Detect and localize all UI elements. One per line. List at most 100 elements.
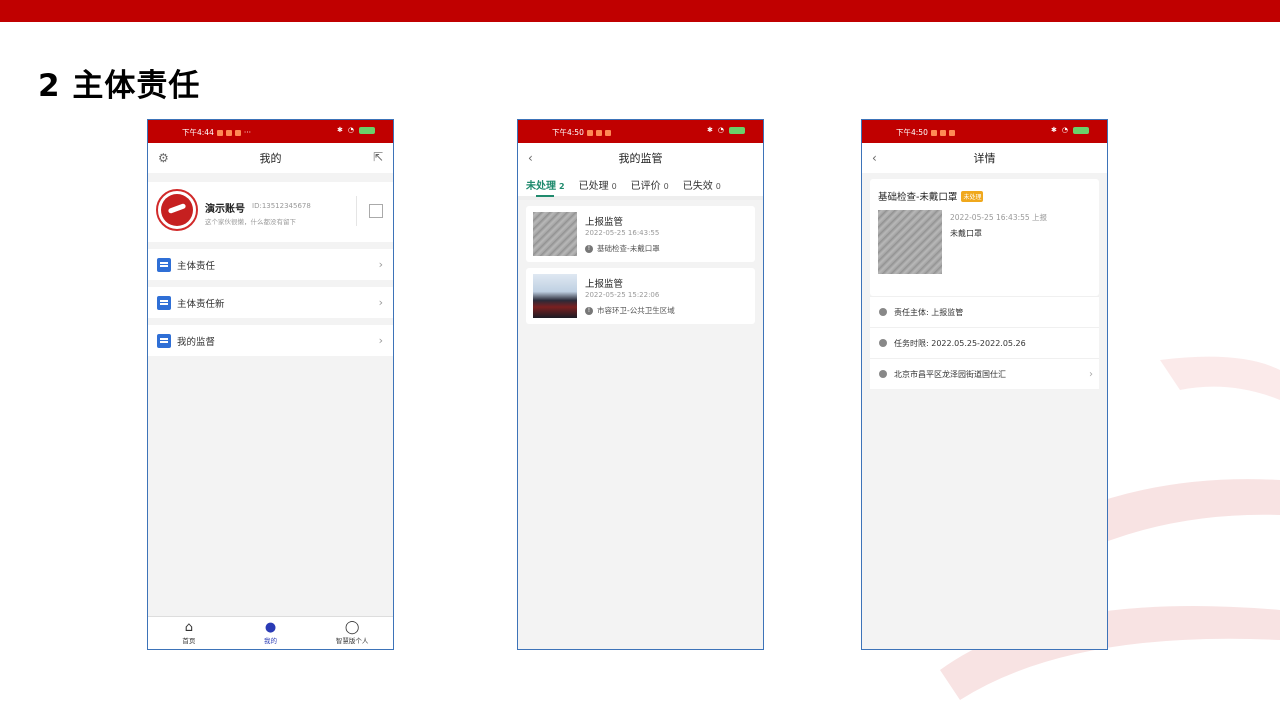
nav-bar: ⚙ 我的 ⇱ [148,143,393,173]
menu-item-my-supervision[interactable]: 我的监督 › [148,325,393,356]
status-time: 下午4:50 [896,128,928,137]
tab-pending[interactable]: 未处理 2 [526,177,565,197]
back-icon[interactable]: ‹ [872,151,877,165]
info-icon: ! [585,306,593,315]
wifi-icon: ◔ [347,126,354,134]
item-title: 上报监管 [585,217,624,228]
menu-item-label: 主体责任 [177,260,216,272]
share-icon[interactable]: ⇱ [373,150,383,164]
menu-item-label: 主体责任新 [177,298,225,310]
detail-title: 基础检查-未戴口罩 未处理 [878,189,984,203]
avatar-icon: ◯ [344,620,360,635]
page-title: 详情 [973,152,996,165]
tab-count: 2 [559,182,565,191]
chevron-right-icon: › [378,334,383,347]
chevron-right-icon: › [378,258,383,271]
tab-expired[interactable]: 已失效 0 [683,177,721,192]
detail-text: 未戴口罩 [950,229,982,238]
clock-icon [879,339,887,347]
status-badge: 未处理 [961,190,984,202]
phone-screen-my-supervision: 下午4:50 ✱ ◔ ‹ 我的监管 未处理 2 已处理 0 已评价 0 已失效 0 上报监… [517,119,764,650]
tab-evaluated[interactable]: 已评价 0 [631,177,669,192]
tab-label: 已失效 [682,181,713,192]
chevron-right-icon: › [1089,368,1093,380]
location-icon [879,370,887,378]
status-more: ··· [243,128,251,137]
home-icon: ⌂ [184,620,193,635]
tab-home[interactable]: ⌂ 首页 [148,617,230,649]
status-time: 下午4:50 [552,128,584,137]
avatar [156,189,198,231]
tab-label: 已处理 [578,181,609,192]
detail-card: 基础检查-未戴口罩 未处理 2022-05-25 16:43:55 上报 未戴口罩 [870,179,1099,296]
report-photo [533,212,577,256]
menu-item-label: 我的监督 [177,336,216,348]
phone-screen-detail: 下午4:50 ✱ ◔ ‹ 详情 基础检查-未戴口罩 未处理 2022-05-25 1… [861,119,1108,650]
row-label: 北京市昌平区龙泽园街道国仕汇 [894,369,1006,379]
page-title: 我的监管 [618,152,663,165]
tab-count: 0 [663,182,669,191]
detail-title-text: 基础检查-未戴口罩 [878,192,958,203]
detail-row-subject: 责任主体: 上报监管 [870,296,1099,327]
tab-count: 0 [715,182,721,191]
document-icon [157,257,171,272]
report-photo[interactable] [878,210,942,274]
qr-code-icon[interactable] [369,204,383,218]
chevron-right-icon: › [378,296,383,309]
shield-icon [157,333,171,348]
page-title: 我的 [259,152,282,165]
divider [356,196,357,226]
item-tag-label: 基础检查-未戴口罩 [597,244,660,253]
status-bar: 下午4:50 ✱ ◔ [518,120,763,143]
phone-screen-my: 下午4:44 ··· ✱ ◔ ⚙ 我的 ⇱ 演示账号 ID:13512345678 … [147,119,394,650]
row-label: 责任主体: 上报监管 [894,307,964,317]
home-icon [879,308,887,316]
nav-bar: ‹ 我的监管 [518,143,763,173]
menu-item-subject-responsibility[interactable]: 主体责任 › [148,249,393,280]
status-tabs: 未处理 2 已处理 0 已评价 0 已失效 0 [518,173,763,200]
detail-row-deadline: 任务时限: 2022.05.25-2022.05.26 [870,327,1099,358]
menu-item-subject-responsibility-new[interactable]: 主体责任新 › [148,287,393,318]
tab-processed[interactable]: 已处理 0 [579,177,617,192]
battery-icon [359,126,375,134]
tab-label: 已评价 [630,181,661,192]
bluetooth-icon: ✱ [707,126,713,134]
detail-time: 2022-05-25 16:43:55 上报 [950,213,1048,222]
profile-name: 演示账号 [205,204,245,215]
battery-icon [729,126,745,134]
report-photo [533,274,577,318]
profile-id: ID:13512345678 [252,202,311,210]
status-bar: 下午4:50 ✱ ◔ [862,120,1107,143]
tab-smart-personal[interactable]: ◯ 智慧版个人 [311,617,393,649]
slide-title: 2 主体责任 [38,68,201,104]
item-tag: ! 市容环卫-公共卫生区域 [585,305,675,316]
nav-bar: ‹ 详情 [862,143,1107,173]
status-time: 下午4:44 [182,128,214,137]
wifi-icon: ◔ [1061,126,1068,134]
document-icon [157,295,171,310]
wifi-icon: ◔ [717,126,724,134]
battery-icon [1073,126,1089,134]
profile-card[interactable]: 演示账号 ID:13512345678 这个家伙很懒，什么都没有留下 [148,182,393,242]
item-tag-label: 市容环卫-公共卫生区域 [597,306,675,315]
tab-label: 首页 [182,637,196,645]
item-time: 2022-05-25 15:22:06 [585,291,660,299]
list-item[interactable]: 上报监管 2022-05-25 15:22:06 ! 市容环卫-公共卫生区域 [526,268,755,324]
tab-my[interactable]: ● 我的 [230,617,312,649]
profile-desc: 这个家伙很懒，什么都没有留下 [205,218,296,226]
status-bar: 下午4:44 ··· ✱ ◔ [148,120,393,143]
detail-row-location[interactable]: 北京市昌平区龙泽园街道国仕汇 › [870,358,1099,389]
bluetooth-icon: ✱ [1051,126,1057,134]
back-icon[interactable]: ‹ [528,151,533,165]
list-item[interactable]: 上报监管 2022-05-25 16:43:55 ! 基础检查-未戴口罩 [526,206,755,262]
bluetooth-icon: ✱ [337,126,343,134]
tab-label: 未处理 [526,181,556,192]
row-label: 任务时限: 2022.05.25-2022.05.26 [894,338,1026,348]
item-tag: ! 基础检查-未戴口罩 [585,243,660,254]
gear-icon[interactable]: ⚙ [158,151,169,165]
bottom-tab-bar: ⌂ 首页 ● 我的 ◯ 智慧版个人 [148,616,393,649]
tab-count: 0 [611,182,617,191]
tab-label: 我的 [264,637,277,645]
person-icon: ● [264,620,277,635]
tab-label: 智慧版个人 [335,637,369,645]
